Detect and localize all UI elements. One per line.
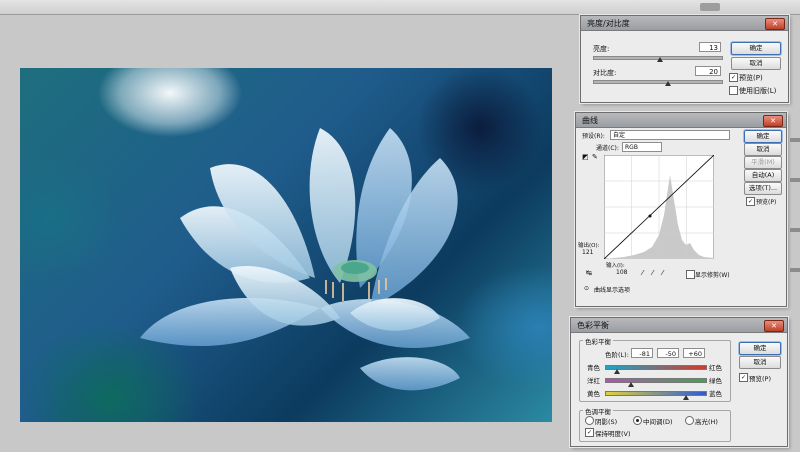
color-balance-group-label: 色彩平衡 bbox=[583, 336, 613, 346]
eyedropper-gray-icon[interactable]: ⁄ bbox=[652, 269, 653, 277]
level-input-yellow-blue[interactable]: +60 bbox=[683, 348, 705, 358]
dialog-title: 色彩平衡 bbox=[577, 321, 609, 330]
preserve-luminosity-checkbox[interactable]: ✓ bbox=[585, 428, 594, 437]
cyan-red-thumb-icon[interactable] bbox=[614, 369, 620, 374]
magenta-green-thumb-icon[interactable] bbox=[628, 382, 634, 387]
brightness-contrast-dialog: 亮度/对比度 ✕ 亮度: 13 对比度: 20 确定 取消 ✓ 预览(P) 使用… bbox=[580, 15, 789, 103]
shadows-radio[interactable] bbox=[585, 416, 594, 425]
preserve-luminosity-label: 保持明度(V) bbox=[595, 430, 631, 438]
levels-label: 色阶(L): bbox=[605, 351, 629, 359]
lotus-flower-image bbox=[140, 128, 470, 391]
brightness-label: 亮度: bbox=[593, 45, 610, 53]
color-balance-dialog: 色彩平衡 ✕ 色彩平衡 色阶(L): -81 -50 +60 青色 红色 洋红 … bbox=[570, 317, 788, 447]
close-icon[interactable]: ✕ bbox=[765, 18, 785, 30]
app-top-bar bbox=[0, 0, 800, 15]
brightness-contrast-titlebar[interactable]: 亮度/对比度 ✕ bbox=[581, 16, 788, 31]
input-value[interactable]: 108 bbox=[616, 269, 627, 276]
cyan-red-slider[interactable] bbox=[605, 365, 707, 370]
preview-checkbox[interactable]: ✓ bbox=[729, 73, 738, 82]
close-icon[interactable]: ✕ bbox=[764, 320, 784, 332]
midtones-radio[interactable] bbox=[633, 416, 642, 425]
tone-balance-group-label: 色调平衡 bbox=[583, 406, 613, 416]
ok-button[interactable]: 确定 bbox=[739, 342, 781, 355]
pencil-icon[interactable]: ✎ bbox=[592, 153, 598, 161]
brightness-slider-thumb-icon[interactable] bbox=[657, 57, 663, 62]
smooth-button[interactable]: 平滑(M) bbox=[744, 156, 782, 169]
dialog-title: 曲线 bbox=[582, 116, 598, 125]
toolbar-scroll-stub[interactable] bbox=[700, 3, 720, 11]
preview-checkbox[interactable]: ✓ bbox=[739, 373, 748, 382]
level-input-cyan-red[interactable]: -81 bbox=[631, 348, 653, 358]
red-label: 红色 bbox=[709, 364, 722, 372]
cancel-button[interactable]: 取消 bbox=[744, 143, 782, 156]
curve-display-options-label[interactable]: 曲线显示选项 bbox=[594, 285, 630, 294]
output-value[interactable]: 121 bbox=[582, 249, 593, 256]
color-balance-titlebar[interactable]: 色彩平衡 ✕ bbox=[571, 318, 787, 333]
preview-label: 预览(P) bbox=[749, 375, 771, 383]
curves-titlebar[interactable]: 曲线 ✕ bbox=[576, 113, 786, 128]
green-label: 绿色 bbox=[709, 377, 722, 385]
preview-label: 预览(P) bbox=[756, 199, 777, 206]
yellow-blue-thumb-icon[interactable] bbox=[683, 395, 689, 400]
preset-select[interactable]: 自定 bbox=[610, 130, 730, 140]
blue-label: 蓝色 bbox=[709, 390, 722, 398]
curves-dialog: 曲线 ✕ 预设(R): 自定 通道(C): RGB ◩ ✎ 输出(O): 121… bbox=[575, 112, 787, 307]
input-label: 输入(I): bbox=[606, 263, 625, 269]
cancel-button[interactable]: 取消 bbox=[739, 356, 781, 369]
brightness-input[interactable]: 13 bbox=[699, 42, 721, 52]
magenta-green-slider[interactable] bbox=[605, 378, 707, 383]
hand-adjust-icon[interactable]: ↹ bbox=[586, 269, 592, 277]
level-input-magenta-green[interactable]: -50 bbox=[657, 348, 679, 358]
highlights-label: 高光(H) bbox=[695, 418, 718, 426]
output-label: 输出(O): bbox=[578, 243, 600, 249]
options-button[interactable]: 选项(T)... bbox=[744, 182, 782, 195]
contrast-slider-thumb-icon[interactable] bbox=[665, 81, 671, 86]
show-clipping-label: 显示修剪(W) bbox=[695, 272, 730, 279]
contrast-input[interactable]: 20 bbox=[695, 66, 721, 76]
contrast-slider[interactable] bbox=[593, 80, 723, 84]
preview-checkbox[interactable]: ✓ bbox=[746, 197, 755, 206]
yellow-label: 黄色 bbox=[587, 390, 600, 398]
midtones-label: 中间调(D) bbox=[643, 418, 673, 426]
dialog-title: 亮度/对比度 bbox=[587, 19, 630, 28]
document-canvas-lotus-photo[interactable] bbox=[20, 68, 552, 422]
yellow-blue-slider[interactable] bbox=[605, 391, 707, 396]
eyedropper-black-icon[interactable]: ⁄ bbox=[642, 269, 643, 277]
highlights-radio[interactable] bbox=[685, 416, 694, 425]
use-legacy-label: 使用旧版(L) bbox=[739, 87, 777, 95]
shadows-label: 阴影(S) bbox=[595, 418, 618, 426]
panel-dock-edge bbox=[790, 118, 800, 318]
channel-label: 通道(C): bbox=[596, 145, 619, 152]
close-icon[interactable]: ✕ bbox=[763, 115, 783, 127]
auto-button[interactable]: 自动(A) bbox=[744, 169, 782, 182]
curve-graph[interactable] bbox=[604, 155, 714, 259]
eyedropper-white-icon[interactable]: ⁄ bbox=[662, 269, 663, 277]
curve-display-options-icon[interactable]: ⊙ bbox=[584, 285, 589, 292]
show-clipping-checkbox[interactable] bbox=[686, 270, 695, 279]
cyan-label: 青色 bbox=[587, 364, 600, 372]
cancel-button[interactable]: 取消 bbox=[731, 57, 781, 70]
curve-edit-icon[interactable]: ◩ bbox=[582, 153, 589, 161]
use-legacy-checkbox[interactable] bbox=[729, 86, 738, 95]
ok-button[interactable]: 确定 bbox=[744, 130, 782, 143]
contrast-label: 对比度: bbox=[593, 69, 617, 77]
ok-button[interactable]: 确定 bbox=[731, 42, 781, 55]
preset-label: 预设(R): bbox=[582, 133, 605, 140]
magenta-label: 洋红 bbox=[587, 377, 600, 385]
preview-label: 预览(P) bbox=[739, 74, 763, 82]
channel-select[interactable]: RGB bbox=[622, 142, 662, 152]
